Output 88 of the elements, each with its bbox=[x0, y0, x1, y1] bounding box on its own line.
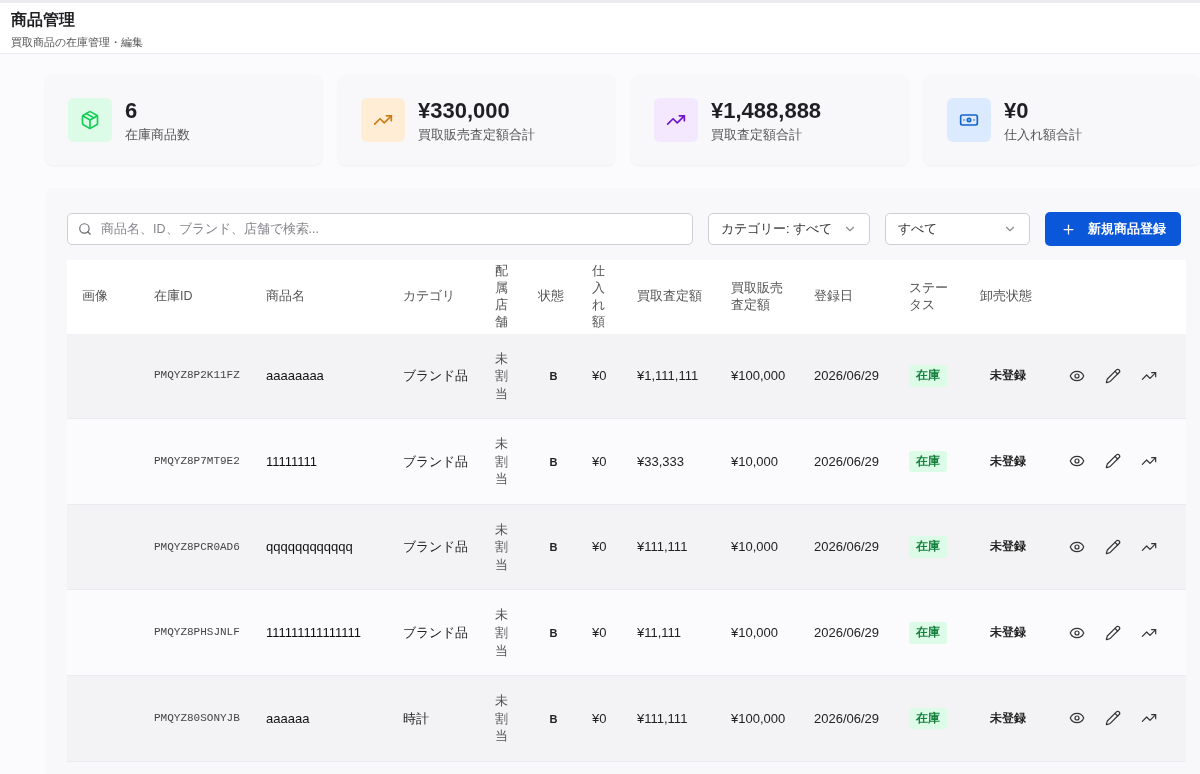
condition-grade: B bbox=[549, 455, 558, 468]
stock-id: PMQYZ80SONYJB bbox=[139, 675, 251, 762]
sale-price: ¥10,000 bbox=[716, 589, 799, 676]
cost-amount: ¥0 bbox=[577, 504, 622, 590]
wholesale-status: 未登録 bbox=[989, 368, 1027, 384]
condition-grade: B bbox=[549, 370, 558, 383]
category-text: ブランド品 bbox=[388, 333, 480, 419]
sale-price: ¥100,000 bbox=[716, 333, 799, 419]
column-header: 登録日 bbox=[799, 260, 894, 334]
category-text: ブランド品 bbox=[388, 504, 480, 590]
column-header: 仕入れ額 bbox=[577, 260, 622, 334]
store-text: 未割当 bbox=[480, 504, 523, 590]
stat-value: 6 bbox=[125, 97, 139, 124]
column-header: 卸売状態 bbox=[965, 260, 1045, 334]
product-name: aaaaaa bbox=[251, 675, 388, 762]
status-badge: 在庫 bbox=[909, 622, 947, 644]
status-badge: 在庫 bbox=[909, 365, 947, 387]
product-name: aaaaaaaa bbox=[251, 333, 388, 419]
stat-label: 仕入れ額合計 bbox=[1004, 126, 1082, 143]
category-text: ブランド品 bbox=[388, 589, 480, 676]
filter-dropdown[interactable]: カテゴリー: すべて bbox=[708, 213, 870, 245]
filter-dropdown[interactable]: すべて bbox=[885, 213, 1030, 245]
sale-price: ¥100,000 bbox=[716, 675, 799, 762]
cost-amount: ¥0 bbox=[577, 333, 622, 419]
page-title: 商品管理 bbox=[11, 10, 76, 30]
stat-value: ¥0 bbox=[1004, 97, 1030, 124]
pencil-icon bbox=[1105, 710, 1121, 727]
registered-date: 2026/06/29 bbox=[799, 589, 894, 676]
pencil-icon bbox=[1105, 624, 1121, 641]
registered-date: 2026/06/29 bbox=[799, 675, 894, 762]
status-badge: 在庫 bbox=[909, 536, 947, 558]
category-text: 時計 bbox=[388, 675, 480, 762]
column-header: 画像 bbox=[67, 260, 139, 334]
page-subtitle: 買取商品の在庫管理・編集 bbox=[11, 35, 144, 49]
wholesale-status: 未登録 bbox=[989, 625, 1027, 640]
buy-price: ¥11,111 bbox=[622, 589, 716, 676]
condition-grade: B bbox=[549, 541, 558, 554]
column-header: 配属店舗 bbox=[480, 260, 523, 334]
stat-label: 在庫商品数 bbox=[125, 126, 190, 143]
search-icon bbox=[78, 222, 92, 236]
registered-date: 2026/06/29 bbox=[799, 418, 894, 505]
stat-label: 買取販売査定額合計 bbox=[418, 126, 535, 143]
pencil-icon bbox=[1105, 453, 1121, 470]
store-text: 未割当 bbox=[480, 675, 523, 762]
cost-amount: ¥0 bbox=[577, 589, 622, 676]
registered-date: 2026/06/29 bbox=[799, 333, 894, 419]
condition-grade: B bbox=[549, 712, 558, 725]
status-badge: 在庫 bbox=[909, 450, 947, 473]
stat-value: ¥330,000 bbox=[418, 97, 511, 124]
new-product-button[interactable]: 新規商品登録 bbox=[1045, 212, 1181, 246]
stock-id: PMQYZ8P7MT9E2 bbox=[139, 418, 251, 505]
stock-id: PMQYZ8PCR0AD6 bbox=[139, 504, 251, 590]
store-text: 未割当 bbox=[480, 333, 523, 419]
condition-grade: B bbox=[549, 626, 558, 639]
product-name: 111111111111111 bbox=[251, 589, 388, 676]
stat-value: ¥1,488,888 bbox=[711, 97, 822, 124]
category-text: ブランド品 bbox=[388, 418, 480, 505]
buy-price: ¥111,111 bbox=[622, 504, 716, 590]
buy-price: ¥33,333 bbox=[622, 418, 716, 505]
column-header: 商品名 bbox=[251, 260, 388, 334]
column-header: 在庫ID bbox=[139, 260, 251, 334]
pencil-icon bbox=[1105, 539, 1121, 556]
sale-price: ¥10,000 bbox=[716, 504, 799, 590]
store-text: 未割当 bbox=[480, 418, 523, 505]
cost-amount: ¥0 bbox=[577, 675, 622, 762]
product-name: qqqqqqqqqqqq bbox=[251, 504, 388, 590]
column-header: 買取査定額 bbox=[622, 260, 716, 334]
column-header: カテゴリ bbox=[388, 260, 480, 334]
store-text: 未割当 bbox=[480, 589, 523, 676]
buy-price: ¥111,111 bbox=[622, 675, 716, 762]
sale-price: ¥10,000 bbox=[716, 418, 799, 505]
plus-icon bbox=[1060, 221, 1076, 237]
column-header: 買取販売査定額 bbox=[716, 260, 799, 334]
search-field[interactable]: 商品名、ID、ブランド、店舗で検索... bbox=[67, 213, 693, 245]
wholesale-status: 未登録 bbox=[989, 539, 1027, 555]
stock-id: PMQYZ8P2K11FZ bbox=[139, 333, 251, 419]
product-name: 11111111 bbox=[251, 418, 388, 505]
registered-date: 2026/06/29 bbox=[799, 504, 894, 590]
stock-id: PMQYZ8PHSJNLF bbox=[139, 589, 251, 676]
buy-price: ¥1,111,111 bbox=[622, 333, 716, 419]
pencil-icon bbox=[1105, 367, 1121, 384]
status-badge: 在庫 bbox=[909, 707, 947, 730]
column-header: 状態 bbox=[523, 260, 577, 334]
cost-amount: ¥0 bbox=[577, 418, 622, 505]
wholesale-status: 未登録 bbox=[989, 710, 1027, 726]
wholesale-status: 未登録 bbox=[989, 453, 1027, 469]
stat-label: 買取査定額合計 bbox=[711, 126, 803, 143]
column-header: ステータス bbox=[894, 260, 965, 334]
